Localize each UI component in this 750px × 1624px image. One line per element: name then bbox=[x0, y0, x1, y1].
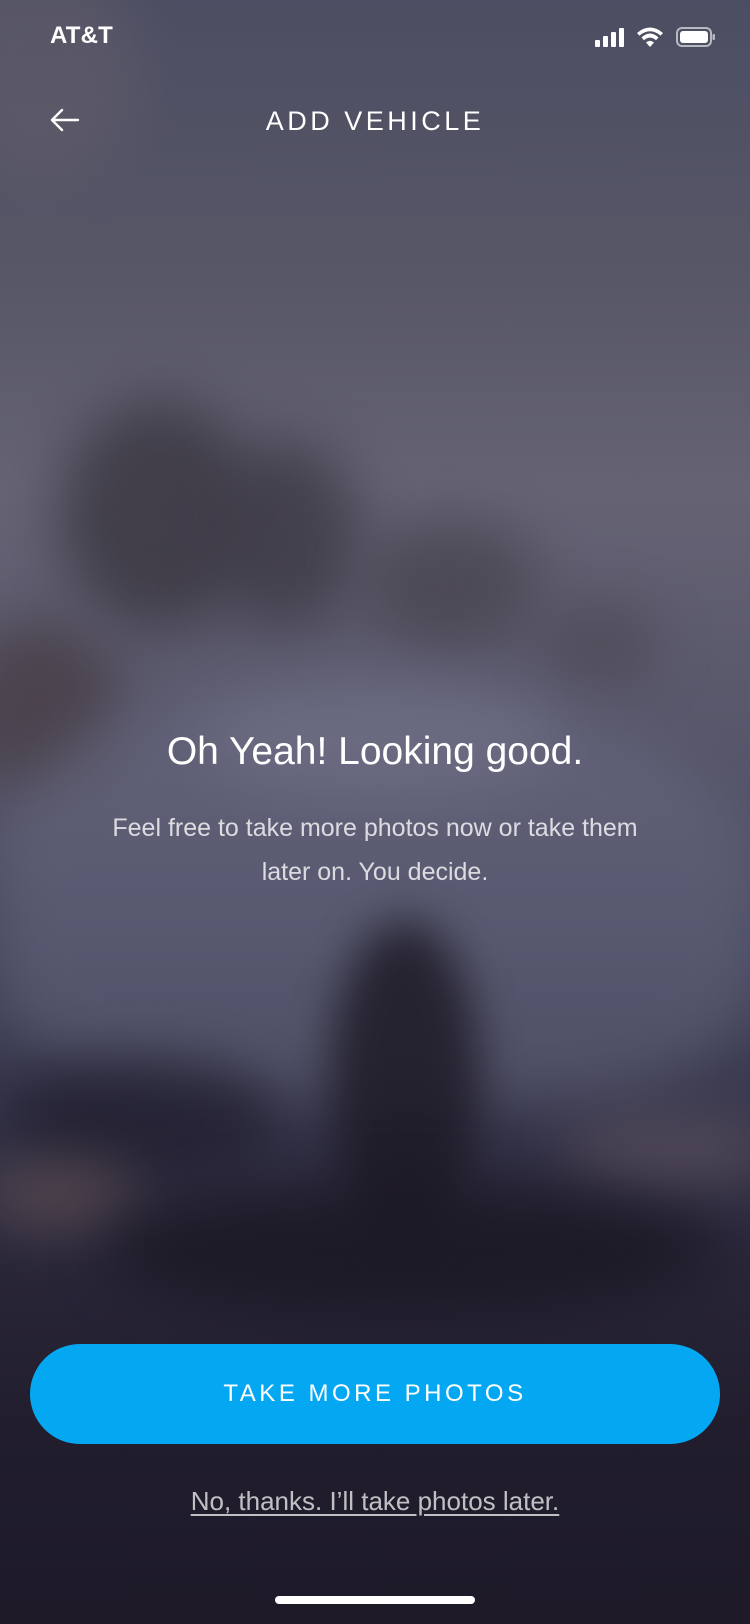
home-indicator bbox=[275, 1596, 475, 1604]
signal-icon bbox=[595, 27, 624, 47]
success-description: Feel free to take more photos now or tak… bbox=[112, 814, 638, 886]
take-more-photos-button[interactable]: TAKE MORE PHOTOS bbox=[30, 1344, 720, 1444]
success-headline: Oh Yeah! Looking good. bbox=[166, 730, 584, 773]
carrier-label: AT&T bbox=[50, 22, 114, 49]
take-photos-later-link[interactable]: No, thanks. I’ll take photos later. bbox=[0, 1486, 750, 1517]
status-bar: AT&T bbox=[0, 0, 750, 80]
add-vehicle-screen: AT&T ADD VEHICLE Oh Yeah! Looking good. … bbox=[0, 0, 750, 1624]
battery-icon bbox=[676, 27, 715, 47]
status-icons bbox=[595, 24, 716, 50]
wifi-icon bbox=[637, 27, 663, 47]
page-title: ADD VEHICLE bbox=[265, 106, 485, 136]
header: ADD VEHICLE bbox=[0, 90, 750, 150]
